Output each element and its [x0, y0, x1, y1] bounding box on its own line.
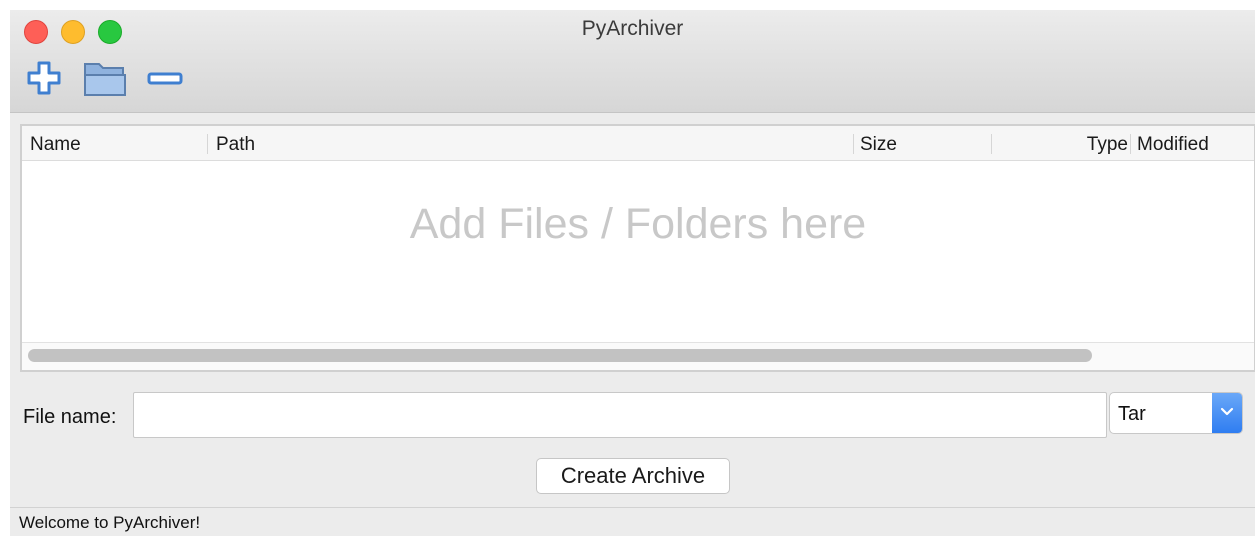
column-header-modified[interactable]: Modified	[1137, 134, 1209, 156]
drop-placeholder: Add Files / Folders here	[409, 200, 867, 248]
scrollbar-thumb[interactable]	[28, 349, 1092, 362]
status-message: Welcome to PyArchiver!	[19, 513, 201, 532]
column-header-path[interactable]: Path	[216, 134, 255, 156]
folder-icon[interactable]	[82, 58, 128, 98]
column-divider[interactable]	[1130, 134, 1131, 154]
column-header-name[interactable]: Name	[30, 134, 81, 156]
column-divider[interactable]	[853, 134, 854, 154]
chevron-down-icon[interactable]	[1212, 393, 1242, 433]
file-table[interactable]: Name Path Size Type Modified Add Files /…	[20, 124, 1255, 372]
archive-type-select[interactable]: Tar	[1109, 392, 1243, 434]
column-divider[interactable]	[207, 134, 208, 154]
title-bar: PyArchiver	[10, 10, 1255, 113]
file-name-label: File name:	[23, 406, 117, 428]
plus-icon[interactable]	[26, 58, 62, 98]
column-divider[interactable]	[991, 134, 992, 154]
column-header-size[interactable]: Size	[860, 134, 897, 156]
create-archive-button[interactable]: Create Archive	[536, 458, 730, 494]
status-bar: Welcome to PyArchiver!	[10, 507, 1255, 536]
horizontal-scrollbar[interactable]	[22, 342, 1254, 370]
archive-type-value: Tar	[1118, 403, 1146, 425]
app-window: PyArchiver Name Path Size Type Modified …	[10, 10, 1255, 536]
file-name-input[interactable]	[133, 392, 1107, 438]
table-header: Name Path Size Type Modified	[22, 126, 1254, 161]
minus-icon[interactable]	[146, 58, 184, 98]
window-title: PyArchiver	[581, 17, 684, 40]
column-header-type[interactable]: Type	[1087, 134, 1128, 156]
